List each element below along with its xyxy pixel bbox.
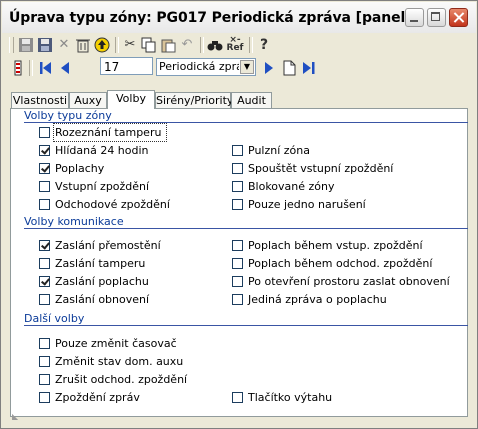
undo-icon[interactable]: ↶ <box>178 36 196 54</box>
toolbar-grip[interactable] <box>9 37 14 53</box>
checkbox-box[interactable] <box>39 392 50 403</box>
maximize-button[interactable] <box>427 8 446 27</box>
cut-icon[interactable]: ✂ <box>121 36 139 54</box>
find-icon[interactable] <box>206 36 224 54</box>
last-record-icon[interactable] <box>300 59 318 77</box>
record-number-field[interactable]: 17 <box>100 57 153 75</box>
section-communication-options: Volby komunikace <box>24 215 124 228</box>
record-select[interactable]: Periodická zpráv ▼ <box>156 58 256 76</box>
checkbox-box[interactable] <box>232 181 243 192</box>
checkbox-box[interactable] <box>39 199 50 210</box>
save-icon[interactable] <box>17 36 35 54</box>
title-bar[interactable]: Úprava typu zóny: PG017 Periodická zpráv… <box>2 2 476 33</box>
checkbox-box[interactable] <box>39 276 50 287</box>
edit-toolbar: ✕ ✂ ↶ ×- Ref ? <box>9 34 309 56</box>
trash-icon[interactable] <box>74 36 92 54</box>
up-level-icon[interactable] <box>93 36 111 54</box>
close-button[interactable] <box>449 8 468 27</box>
checkbox-box[interactable] <box>232 258 243 269</box>
checkbox-box[interactable] <box>232 294 243 305</box>
checkbox-box[interactable] <box>39 258 50 269</box>
navigation-toolbar: 17 Periodická zpráv ▼ <box>9 57 329 79</box>
tab-audit[interactable]: Audit <box>231 92 272 108</box>
window-title: Úprava typu zóny: PG017 Periodická zpráv… <box>9 10 412 26</box>
checkbox-box[interactable] <box>39 145 50 156</box>
help-icon[interactable]: ? <box>255 36 273 54</box>
dialog-window: Úprava typu zóny: PG017 Periodická zpráv… <box>0 0 478 429</box>
tab-volby[interactable]: Volby <box>107 90 155 109</box>
delete-icon[interactable]: ✕ <box>55 36 73 54</box>
options-panel: Volby typu zóny Rozeznání tamperu Hlídan… <box>10 108 468 417</box>
checkbox-box[interactable] <box>232 392 243 403</box>
checkbox-box[interactable] <box>232 199 243 210</box>
checkbox-box[interactable] <box>232 163 243 174</box>
checkbox-box[interactable] <box>232 240 243 251</box>
previous-record-icon[interactable] <box>56 59 74 77</box>
checkbox-box[interactable] <box>39 294 50 305</box>
next-record-icon[interactable] <box>260 59 278 77</box>
paste-icon[interactable] <box>159 36 177 54</box>
record-list-icon[interactable] <box>9 59 27 77</box>
first-record-icon[interactable] <box>36 59 54 77</box>
save-close-icon[interactable] <box>36 36 54 54</box>
references-icon[interactable]: ×- Ref <box>226 36 244 54</box>
checkbox-box[interactable] <box>232 145 243 156</box>
chevron-down-icon[interactable]: ▼ <box>240 60 254 74</box>
section-other-options: Další volby <box>24 312 85 325</box>
checkbox-box[interactable] <box>39 240 50 251</box>
checkbox-box[interactable] <box>39 181 50 192</box>
checkbox-box[interactable] <box>39 163 50 174</box>
tab-vlastnosti[interactable]: Vlastnosti <box>11 92 69 108</box>
checkbox-box[interactable] <box>39 356 50 367</box>
new-record-icon[interactable] <box>280 59 298 77</box>
checkbox-box[interactable] <box>39 338 50 349</box>
checkbox-box[interactable] <box>39 374 50 385</box>
copy-icon[interactable] <box>140 36 158 54</box>
tab-auxy[interactable]: Auxy <box>69 92 107 108</box>
minimize-button[interactable] <box>405 8 424 27</box>
checkbox-box[interactable] <box>232 276 243 287</box>
checkbox-box[interactable] <box>39 127 50 138</box>
section-zone-options: Volby typu zóny <box>24 109 112 122</box>
tab-sireny-priority[interactable]: Sirény/Priority <box>155 92 233 108</box>
resize-grip-icon[interactable]: ◣ <box>12 412 18 421</box>
record-select-value: Periodická zpráv <box>159 60 239 73</box>
